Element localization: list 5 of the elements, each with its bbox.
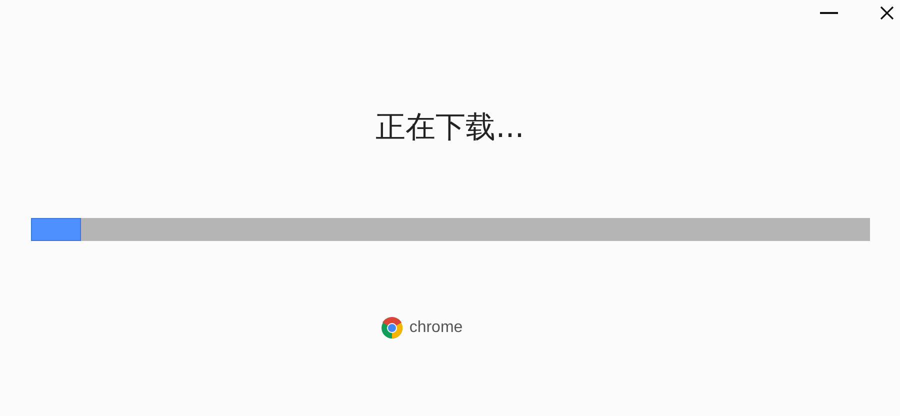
download-heading: 正在下载...	[376, 109, 524, 147]
close-icon	[880, 6, 894, 20]
chrome-logo-icon	[381, 317, 404, 339]
brand-name: chrome	[409, 319, 463, 337]
minimize-icon	[820, 12, 838, 14]
